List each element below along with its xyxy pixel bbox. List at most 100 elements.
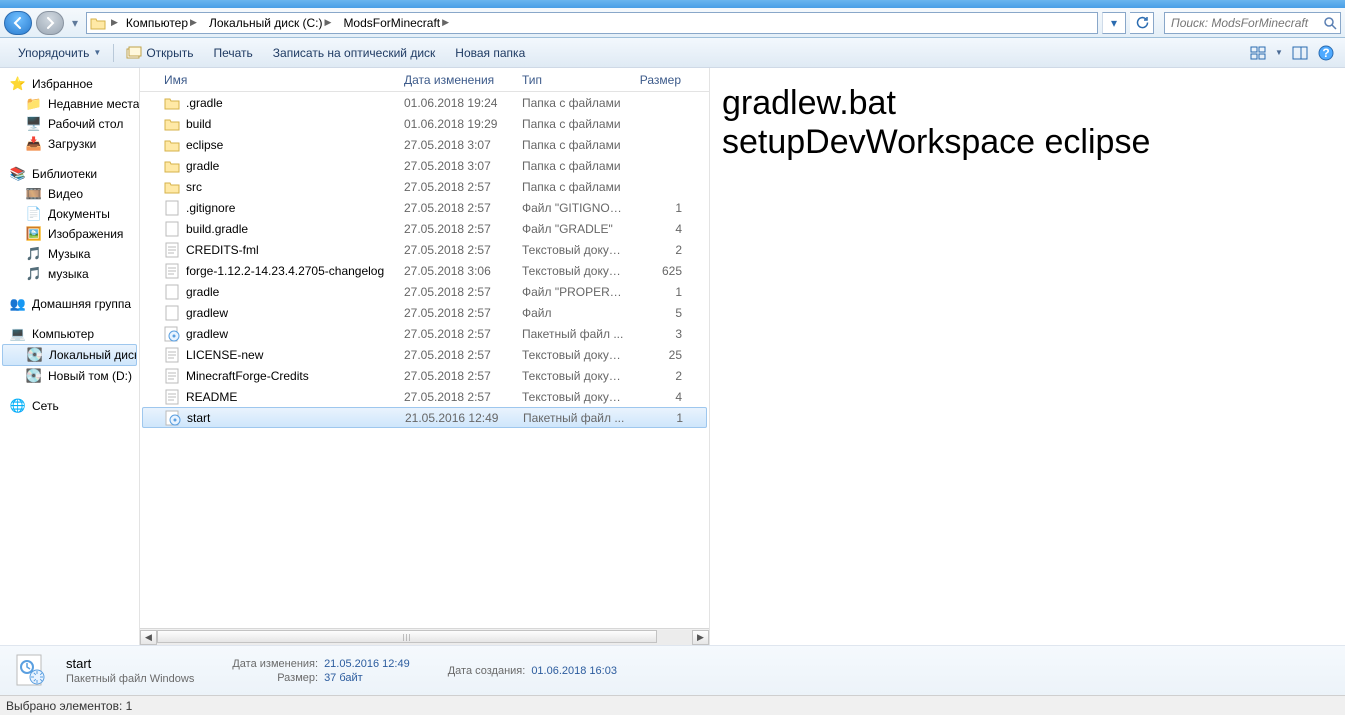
address-toolbar: ▾ ▶ Компьютер ▶ Локальный диск (C:) ▶ Mo… xyxy=(0,8,1345,38)
command-toolbar: Упорядочить▼ Открыть Печать Записать на … xyxy=(0,38,1345,68)
search-box[interactable] xyxy=(1164,12,1341,34)
file-type: Файл "GITIGNORE" xyxy=(516,201,632,215)
organize-button[interactable]: Упорядочить▼ xyxy=(8,38,111,67)
nav-downloads[interactable]: 📥Загрузки xyxy=(0,134,139,154)
file-size: 625 xyxy=(632,264,688,278)
file-list[interactable]: .gradle01.06.2018 19:24Папка с файламиbu… xyxy=(140,92,709,628)
file-date: 27.05.2018 2:57 xyxy=(398,306,516,320)
nav-recent-places[interactable]: 📁Недавние места xyxy=(0,94,139,114)
breadcrumb-seg-2[interactable]: ModsForMinecraft ▶ xyxy=(337,13,455,33)
label: Записать на оптический диск xyxy=(273,46,436,60)
file-date: 27.05.2018 2:57 xyxy=(398,285,516,299)
breadcrumb-seg-0[interactable]: Компьютер ▶ xyxy=(120,13,203,33)
file-date: 27.05.2018 2:57 xyxy=(398,243,516,257)
file-row[interactable]: CREDITS-fml27.05.2018 2:57Текстовый доку… xyxy=(140,239,709,260)
column-date[interactable]: Дата изменения xyxy=(398,73,516,87)
label: Сеть xyxy=(32,399,59,413)
picture-icon: 🖼️ xyxy=(26,226,42,242)
scroll-track[interactable] xyxy=(157,630,692,645)
nav-network-header[interactable]: 🌐Сеть xyxy=(0,396,139,416)
file-size: 2 xyxy=(632,243,688,257)
file-type: Текстовый докум... xyxy=(516,243,632,257)
nav-forward-button[interactable] xyxy=(36,11,64,35)
file-type: Папка с файлами xyxy=(516,138,632,152)
scroll-thumb[interactable] xyxy=(157,630,657,643)
file-row[interactable]: eclipse27.05.2018 3:07Папка с файлами xyxy=(140,134,709,155)
nav-desktop[interactable]: 🖥️ Рабочий стол xyxy=(0,114,139,134)
file-row[interactable]: README27.05.2018 2:57Текстовый докум...4 xyxy=(140,386,709,407)
file-date: 27.05.2018 3:07 xyxy=(398,159,516,173)
preview-line-2: setupDevWorkspace eclipse xyxy=(722,123,1333,162)
scroll-right-button[interactable]: ▶ xyxy=(692,630,709,645)
nav-documents[interactable]: 📄 Документы xyxy=(0,204,139,224)
nav-computer-header[interactable]: 💻Компьютер xyxy=(0,324,139,344)
file-row[interactable]: .gradle01.06.2018 19:24Папка с файлами xyxy=(140,92,709,113)
label: Новый том (D:) xyxy=(48,369,132,383)
label: Документы xyxy=(48,207,110,221)
file-row[interactable]: gradle27.05.2018 2:57Файл "PROPERTIE...1 xyxy=(140,281,709,302)
downloads-icon: 📥 xyxy=(26,136,42,152)
label: Рабочий стол xyxy=(48,117,123,131)
nav-local-disk-c[interactable]: 💽Локальный диск xyxy=(2,344,137,366)
folder-icon xyxy=(164,158,180,174)
breadcrumb-dropdown-button[interactable]: ▾ xyxy=(1102,12,1126,34)
details-file-type: Пакетный файл Windows xyxy=(66,673,194,685)
navigation-pane[interactable]: ⭐Избранное 📁Недавние места 🖥️ Рабочий сто… xyxy=(0,68,140,645)
file-row[interactable]: build01.06.2018 19:29Папка с файлами xyxy=(140,113,709,134)
nav-music[interactable]: 🎵Музыка xyxy=(0,244,139,264)
burn-button[interactable]: Записать на оптический диск xyxy=(263,38,446,67)
file-name: eclipse xyxy=(186,138,223,152)
column-name[interactable]: Имя xyxy=(158,73,398,87)
breadcrumb-seg-1[interactable]: Локальный диск (C:) ▶ xyxy=(203,13,337,33)
scroll-left-button[interactable]: ◀ xyxy=(140,630,157,645)
new-folder-button[interactable]: Новая папка xyxy=(445,38,535,67)
folder-icon xyxy=(164,95,180,111)
file-row[interactable]: src27.05.2018 2:57Папка с файлами xyxy=(140,176,709,197)
print-button[interactable]: Печать xyxy=(203,38,262,67)
file-list-area: Имя Дата изменения Тип Размер .gradle01.… xyxy=(140,68,709,645)
file-row[interactable]: start21.05.2016 12:49Пакетный файл ...1 xyxy=(142,407,707,428)
view-mode-dropdown[interactable]: ▼ xyxy=(1273,42,1285,64)
nav-libraries-header[interactable]: 📚Библиотеки xyxy=(0,164,139,184)
search-input[interactable] xyxy=(1165,16,1321,30)
column-type[interactable]: Тип xyxy=(516,73,632,87)
refresh-button[interactable] xyxy=(1130,12,1154,34)
label: Избранное xyxy=(32,77,93,91)
document-icon: 📄 xyxy=(26,206,42,222)
text-icon xyxy=(164,368,180,384)
nav-new-volume-d[interactable]: 💽Новый том (D:) xyxy=(0,366,139,386)
file-row[interactable]: .gitignore27.05.2018 2:57Файл "GITIGNORE… xyxy=(140,197,709,218)
file-size: 4 xyxy=(632,390,688,404)
label: Локальный диск xyxy=(49,348,137,362)
nav-back-button[interactable] xyxy=(4,11,32,35)
nav-music-2[interactable]: 🎵музыка xyxy=(0,264,139,284)
open-button[interactable]: Открыть xyxy=(116,38,203,67)
file-icon xyxy=(164,221,180,237)
file-row[interactable]: MinecraftForge-Credits27.05.2018 2:57Тек… xyxy=(140,365,709,386)
label: Компьютер xyxy=(32,327,94,341)
breadcrumb-bar[interactable]: ▶ Компьютер ▶ Локальный диск (C:) ▶ Mods… xyxy=(86,12,1098,34)
file-size: 25 xyxy=(632,348,688,362)
file-row[interactable]: gradle27.05.2018 3:07Папка с файлами xyxy=(140,155,709,176)
help-button[interactable]: ? xyxy=(1315,42,1337,64)
horizontal-scrollbar[interactable]: ◀ ▶ xyxy=(140,628,709,645)
column-size[interactable]: Размер xyxy=(632,73,688,87)
nav-favorites-header[interactable]: ⭐Избранное xyxy=(0,74,139,94)
nav-history-dropdown[interactable]: ▾ xyxy=(68,11,82,35)
preview-pane-toggle[interactable] xyxy=(1289,42,1311,64)
desktop-icon: 🖥️ xyxy=(26,116,42,132)
text-icon xyxy=(164,389,180,405)
file-date: 27.05.2018 2:57 xyxy=(398,369,516,383)
file-name: build.gradle xyxy=(186,222,248,236)
nav-homegroup-header[interactable]: 👥Домашняя группа xyxy=(0,294,139,314)
nav-pictures[interactable]: 🖼️Изображения xyxy=(0,224,139,244)
file-row[interactable]: gradlew27.05.2018 2:57Пакетный файл ...3 xyxy=(140,323,709,344)
file-date: 21.05.2016 12:49 xyxy=(399,411,517,425)
file-row[interactable]: build.gradle27.05.2018 2:57Файл "GRADLE"… xyxy=(140,218,709,239)
nav-videos[interactable]: 🎞️Видео xyxy=(0,184,139,204)
file-row[interactable]: forge-1.12.2-14.23.4.2705-changelog27.05… xyxy=(140,260,709,281)
view-mode-button[interactable] xyxy=(1247,42,1269,64)
file-row[interactable]: LICENSE-new27.05.2018 2:57Текстовый доку… xyxy=(140,344,709,365)
file-row[interactable]: gradlew27.05.2018 2:57Файл5 xyxy=(140,302,709,323)
file-date: 27.05.2018 2:57 xyxy=(398,201,516,215)
